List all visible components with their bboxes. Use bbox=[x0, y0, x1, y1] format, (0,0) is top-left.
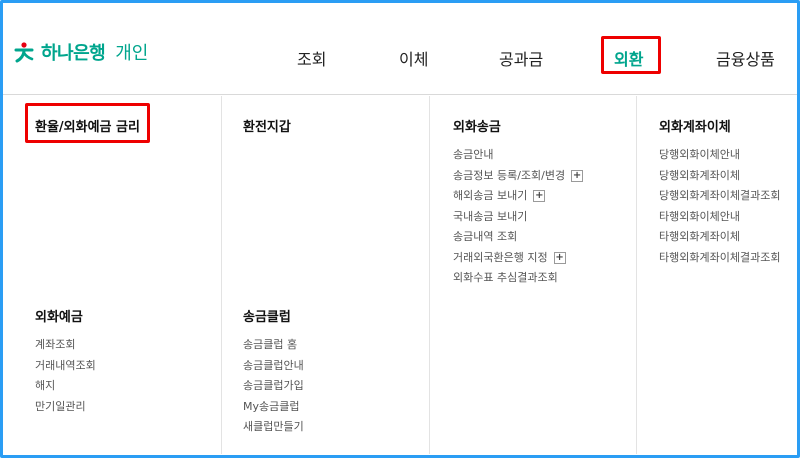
menu-link-own-bank-transfer-result[interactable]: 당행외화계좌이체결과조회 bbox=[659, 186, 780, 207]
section-fx-deposit: 외화예금 계좌조회 거래내역조회 해지 만기일관리 bbox=[35, 306, 96, 417]
menu-link-own-bank-transfer-guide[interactable]: 당행외화이체안내 bbox=[659, 145, 780, 166]
menu-link-label: 외화수표 추심결과조회 bbox=[453, 271, 558, 284]
section-title-remit-club[interactable]: 송금클럽 bbox=[243, 306, 304, 325]
nav-item-inquiry[interactable]: 조회 bbox=[297, 46, 326, 70]
menu-link-overseas-remit[interactable]: 해외송금 보내기 + bbox=[453, 186, 583, 207]
section-title-fx-account-transfer[interactable]: 외화계좌이체 bbox=[659, 116, 780, 135]
brand-sub: 개인 bbox=[115, 43, 149, 64]
section-title-exchange-wallet[interactable]: 환전지갑 bbox=[243, 116, 291, 135]
section-remit-club: 송금클럽 송금클럽 홈 송금클럽안내 송금클럽가입 My송금클럽 새클럽만들기 bbox=[243, 306, 304, 438]
expand-plus-icon[interactable]: + bbox=[553, 251, 566, 264]
menu-link-create-club[interactable]: 새클럽만들기 bbox=[243, 417, 304, 438]
menu-link-designate-bank[interactable]: 거래외국환은행 지정 + bbox=[453, 248, 583, 269]
section-fx-remit: 외화송금 송금안내 송금정보 등록/조회/변경 + 해외송금 보내기 + 국내송금 … bbox=[453, 116, 584, 289]
menu-link-transaction-history[interactable]: 거래내역조회 bbox=[35, 356, 96, 377]
menu-link-label: 거래외국환은행 지정 bbox=[453, 250, 548, 264]
section-title-fx-remit[interactable]: 외화송금 bbox=[453, 116, 583, 135]
column-divider bbox=[429, 96, 430, 454]
expand-plus-icon[interactable]: + bbox=[571, 169, 584, 182]
nav-highlight-box bbox=[601, 36, 661, 74]
column-divider bbox=[636, 96, 637, 454]
section-fx-account-transfer: 외화계좌이체 당행외화이체안내 당행외화계좌이체 당행외화계좌이체결과조회 타행… bbox=[659, 116, 780, 268]
nav-item-financial-products[interactable]: 금융상품 bbox=[716, 46, 775, 70]
menu-link-label: 국내송금 보내기 bbox=[453, 209, 528, 223]
menu-link-label: 송금내역 조회 bbox=[453, 230, 518, 243]
brand-name: 하나은행 bbox=[41, 43, 106, 64]
menu-link-label: 송금정보 등록/조회/변경 bbox=[453, 168, 566, 182]
menu-link-remit-info[interactable]: 송금정보 등록/조회/변경 + bbox=[453, 166, 584, 187]
menu-link-label: 송금안내 bbox=[453, 148, 494, 161]
menu-link-account-inquiry[interactable]: 계좌조회 bbox=[35, 335, 96, 356]
section-exchange-wallet: 환전지갑 bbox=[243, 116, 291, 145]
menu-link-domestic-remit[interactable]: 국내송금 보내기 bbox=[453, 207, 583, 228]
brand-logo[interactable]: 하나은행 개인 bbox=[13, 39, 148, 65]
expand-plus-icon[interactable]: + bbox=[533, 190, 546, 203]
browser-frame: 하나은행 개인 조회 이체 공과금 외환 금융상품 환율/외화예금 금리 외화예… bbox=[0, 0, 800, 458]
title-highlight-box bbox=[25, 103, 150, 143]
menu-link-remit-club-home[interactable]: 송금클럽 홈 bbox=[243, 335, 304, 356]
menu-link-label: 해외송금 보내기 bbox=[453, 189, 528, 202]
menu-link-check-collection[interactable]: 외화수표 추심결과조회 bbox=[453, 268, 583, 289]
nav-item-utility-bills[interactable]: 공과금 bbox=[499, 46, 543, 70]
column-divider bbox=[221, 96, 222, 454]
menu-link-remit-history[interactable]: 송금내역 조회 bbox=[453, 227, 583, 248]
site-header: 하나은행 개인 조회 이체 공과금 외환 금융상품 bbox=[3, 3, 797, 95]
menu-link-other-bank-transfer[interactable]: 타행외화계좌이체 bbox=[659, 227, 780, 248]
menu-link-my-remit-club[interactable]: My송금클럽 bbox=[243, 397, 304, 418]
menu-link-remit-club-join[interactable]: 송금클럽가입 bbox=[243, 376, 304, 397]
menu-link-other-bank-transfer-result[interactable]: 타행외화계좌이체결과조회 bbox=[659, 248, 780, 269]
nav-item-transfer[interactable]: 이체 bbox=[399, 46, 428, 70]
menu-link-remit-club-guide[interactable]: 송금클럽안내 bbox=[243, 356, 304, 377]
menu-link-remit-guide[interactable]: 송금안내 bbox=[453, 145, 583, 166]
section-title-fx-deposit[interactable]: 외화예금 bbox=[35, 306, 96, 325]
menu-link-termination[interactable]: 해지 bbox=[35, 376, 96, 397]
mega-menu: 환율/외화예금 금리 외화예금 계좌조회 거래내역조회 해지 만기일관리 환전지… bbox=[3, 96, 797, 454]
menu-link-own-bank-transfer[interactable]: 당행외화계좌이체 bbox=[659, 166, 780, 187]
menu-link-other-bank-transfer-guide[interactable]: 타행외화이체안내 bbox=[659, 207, 780, 228]
hana-logo-icon bbox=[14, 42, 34, 63]
menu-link-maturity-management[interactable]: 만기일관리 bbox=[35, 397, 96, 418]
